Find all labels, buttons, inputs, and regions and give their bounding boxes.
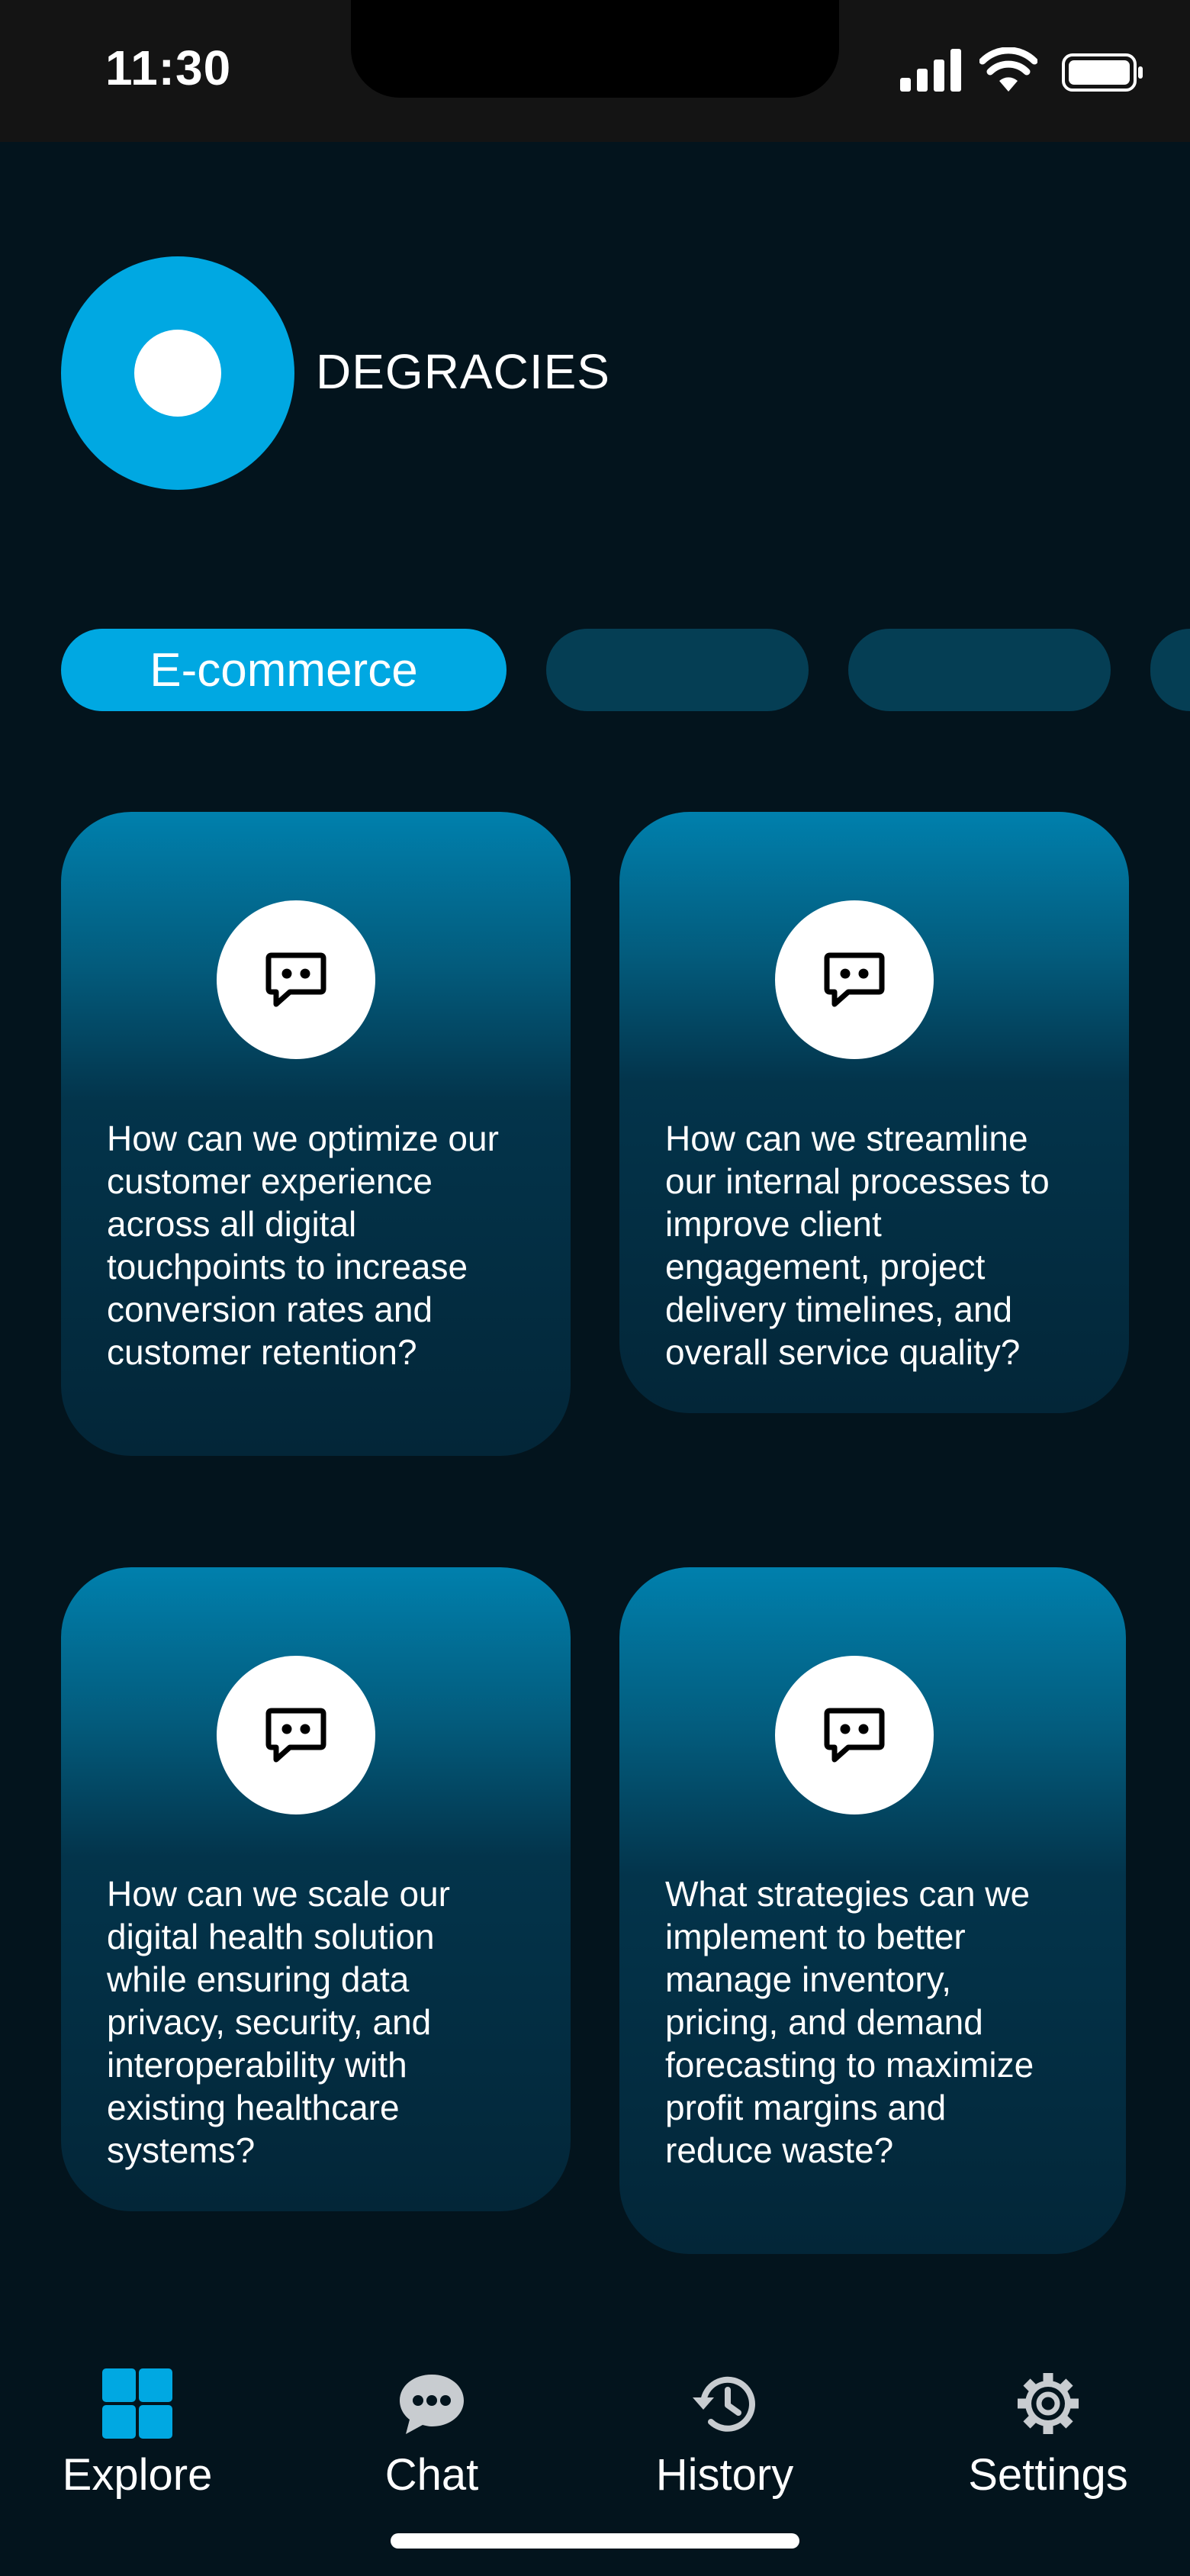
prompt-card-text: How can we scale our digital health solu…: [107, 1874, 450, 2170]
explore-screen: 11:30 DEGRACIES E-commerce How can we op…: [0, 0, 1190, 2576]
chat-icon: [394, 2365, 470, 2442]
prompt-card[interactable]: How can we streamline our internal proce…: [619, 812, 1129, 1413]
chat-bubble-icon: [217, 1656, 375, 1814]
status-bar: 11:30: [0, 0, 1190, 142]
nav-history[interactable]: History: [610, 2365, 839, 2518]
wifi-icon: [979, 47, 1037, 92]
nav-explore[interactable]: Explore: [23, 2365, 252, 2518]
nav-label: History: [655, 2450, 794, 2500]
chat-bubble-icon: [775, 1656, 934, 1814]
brand-name: DEGRACIES: [316, 344, 610, 399]
prompt-card-text: How can we optimize our customer experie…: [107, 1119, 499, 1372]
home-indicator[interactable]: [391, 2533, 799, 2549]
gear-icon: [1010, 2365, 1086, 2442]
prompt-card-text: How can we streamline our internal proce…: [665, 1119, 1050, 1372]
category-chip[interactable]: [1150, 629, 1190, 711]
signal-icon: [900, 49, 961, 92]
prompt-card-text: What strategies can we implement to bett…: [665, 1874, 1034, 2170]
prompt-card[interactable]: How can we optimize our customer experie…: [61, 812, 571, 1456]
device-notch: [351, 0, 839, 98]
battery-icon: [1062, 53, 1143, 92]
category-chip[interactable]: [546, 629, 809, 711]
nav-label: Chat: [384, 2450, 479, 2500]
grid-icon: [99, 2365, 175, 2442]
nav-label: Settings: [968, 2450, 1128, 2500]
status-time: 11:30: [105, 40, 232, 95]
nav-chat[interactable]: Chat: [317, 2365, 546, 2518]
chat-bubble-icon: [217, 900, 375, 1059]
brand-logo: [61, 256, 294, 490]
nav-label: Explore: [62, 2450, 213, 2500]
prompt-card[interactable]: What strategies can we implement to bett…: [619, 1567, 1126, 2254]
category-chip-ecommerce[interactable]: E-commerce: [61, 629, 507, 711]
history-icon: [687, 2365, 763, 2442]
nav-settings[interactable]: Settings: [934, 2365, 1163, 2518]
category-chip[interactable]: [848, 629, 1111, 711]
chat-bubble-icon: [775, 900, 934, 1059]
prompt-card[interactable]: How can we scale our digital health solu…: [61, 1567, 571, 2211]
logo-dot: [134, 330, 221, 417]
